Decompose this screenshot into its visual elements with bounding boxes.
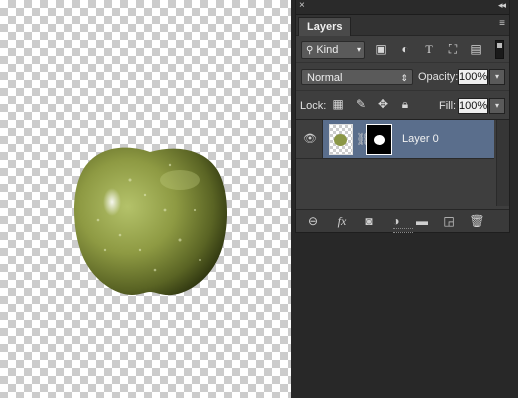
panel-title-bar: × ◂◂ [296, 0, 509, 15]
document-canvas[interactable] [0, 0, 291, 398]
collapse-icon[interactable]: ◂◂ [498, 0, 506, 11]
fill-slider-button[interactable]: ▾ [489, 98, 505, 114]
image-filter-icon[interactable]: ▣ [374, 42, 388, 56]
add-mask-icon[interactable]: ◙ [361, 214, 377, 228]
new-group-icon[interactable]: ▬ [414, 214, 430, 228]
chevron-updown-icon: ⇕ [400, 73, 408, 83]
type-filter-icon[interactable]: T [422, 42, 436, 56]
adjustment-layer-icon[interactable]: ◑ [388, 214, 404, 228]
blend-mode-select[interactable]: Normal ⇕ [301, 69, 413, 85]
opacity-input[interactable]: 100% [458, 69, 488, 85]
close-icon[interactable]: × [299, 0, 305, 11]
adjustment-filter-icon[interactable]: ◐ [398, 42, 412, 56]
tab-layers[interactable]: Layers [298, 17, 352, 36]
filter-toggle-switch[interactable] [495, 40, 504, 59]
lock-label: Lock: [300, 100, 327, 112]
lock-transparent-pixels-icon[interactable]: ▦ [332, 98, 344, 110]
new-layer-icon[interactable]: ◲ [441, 214, 457, 228]
fill-label: Fill: [439, 100, 457, 112]
green-apple-image [74, 147, 228, 296]
apple-thumbnail-image [334, 134, 347, 146]
blend-row: Normal ⇕ Opacity: 100% ▾ [296, 63, 509, 91]
panel-tab-bar: Layers ≡ [296, 15, 509, 36]
layer-list-scrollbar[interactable] [496, 120, 509, 206]
blend-mode-value: Normal [307, 72, 343, 84]
smart-object-filter-icon[interactable]: ▤ [469, 42, 483, 56]
opacity-label: Opacity: [418, 71, 459, 83]
layers-panel: × ◂◂ Layers ≡ ⚲ Kind ▾ ▣ ◐ T ⛶ ▤ Normal ⇕… [295, 0, 510, 233]
visibility-toggle[interactable]: 👁︎ [296, 120, 323, 158]
layer-row[interactable]: 👁︎ ⛓︎ Layer 0 [296, 120, 494, 159]
fx-icon[interactable]: fx [334, 214, 350, 228]
panel-resize-grip[interactable] [393, 228, 413, 233]
layer-filter-row: ⚲ Kind ▾ ▣ ◐ T ⛶ ▤ [296, 36, 509, 63]
search-icon: ⚲ [306, 45, 314, 56]
layer-mask-thumbnail[interactable] [366, 124, 392, 155]
filter-kind-select[interactable]: ⚲ Kind ▾ [301, 41, 365, 59]
lock-image-pixels-icon[interactable]: ✎ [355, 98, 367, 110]
filter-kind-label: Kind [316, 44, 339, 56]
lock-all-icon[interactable]: 🔒︎ [399, 98, 411, 110]
panel-menu-icon[interactable]: ≡ [499, 18, 505, 29]
layer-list: 👁︎ ⛓︎ Layer 0 [296, 120, 509, 206]
eye-icon: 👁︎ [303, 133, 317, 145]
mask-shape [374, 135, 385, 145]
link-layers-icon[interactable]: ⊖ [305, 214, 321, 228]
lock-row: Lock: ▦ ✎ ✥ 🔒︎ Fill: 100% ▾ [296, 91, 509, 120]
lock-position-icon[interactable]: ✥ [377, 98, 389, 110]
shape-filter-icon[interactable]: ⛶ [446, 42, 460, 56]
layer-thumbnail[interactable] [329, 124, 353, 155]
chevron-down-icon: ▾ [356, 45, 361, 54]
trash-icon[interactable]: 🗑︎ [469, 214, 485, 228]
layer-name[interactable]: Layer 0 [402, 133, 439, 145]
opacity-slider-button[interactable]: ▾ [489, 69, 505, 85]
fill-input[interactable]: 100% [458, 98, 488, 114]
